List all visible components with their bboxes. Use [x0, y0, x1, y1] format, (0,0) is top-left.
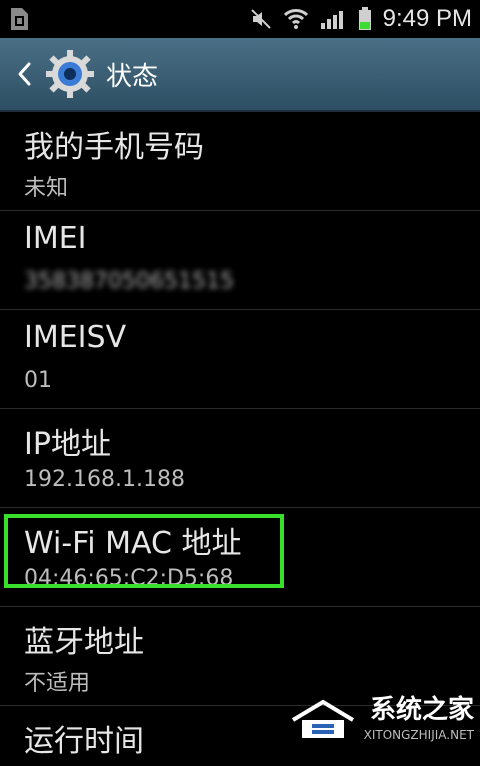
status-time: 9:49 PM: [382, 5, 472, 32]
back-icon[interactable]: [12, 56, 34, 92]
status-list: 我的手机号码 未知 IMEI 358387050651515 IMEISV 01…: [0, 112, 480, 766]
row-label: IP地址: [24, 427, 111, 462]
row-label: Wi-Fi MAC 地址: [24, 526, 242, 561]
settings-gear-icon: [46, 50, 94, 98]
watermark-text-block: 系统之家 XITONGZHIJIA.NET: [364, 689, 474, 742]
watermark-subtext: XITONGZHIJIA.NET: [363, 728, 474, 742]
row-ip-address: IP地址 192.168.1.188: [0, 409, 480, 508]
status-icons: 9:49 PM: [249, 0, 472, 38]
row-label: IMEI: [24, 221, 87, 256]
row-value: 未知: [24, 176, 69, 201]
row-label: 蓝牙地址: [24, 625, 144, 660]
row-imeisv: IMEISV 01: [0, 310, 480, 409]
row-wifi-mac-address: Wi-Fi MAC 地址 04:46:65:C2:D5:68: [0, 508, 480, 607]
watermark-text: 系统之家: [369, 695, 474, 725]
page-title: 状态: [106, 62, 159, 92]
status-bar: 9:49 PM: [0, 0, 480, 38]
house-logo-icon: [291, 699, 354, 738]
row-imei: IMEI 358387050651515: [0, 211, 480, 310]
row-value: 192.168.1.188: [24, 467, 185, 492]
battery-icon: [358, 7, 371, 30]
sim-card-icon: [11, 8, 28, 30]
row-label: IMEISV: [24, 320, 127, 355]
row-phone-number: 我的手机号码 未知: [0, 112, 480, 211]
signal-icon: [320, 11, 343, 29]
watermark: 系统之家 XITONGZHIJIA.NET: [288, 689, 474, 742]
row-label: 运行时间: [24, 724, 144, 759]
row-value: 不适用: [24, 671, 91, 696]
mute-icon: [250, 9, 271, 29]
row-value: 358387050651515: [24, 269, 234, 294]
row-label: 我的手机号码: [24, 130, 204, 165]
app-bar: 状态: [0, 38, 480, 112]
row-value: 04:46:65:C2:D5:68: [24, 566, 234, 591]
row-value: 01: [24, 368, 52, 393]
wifi-icon: [283, 9, 308, 29]
